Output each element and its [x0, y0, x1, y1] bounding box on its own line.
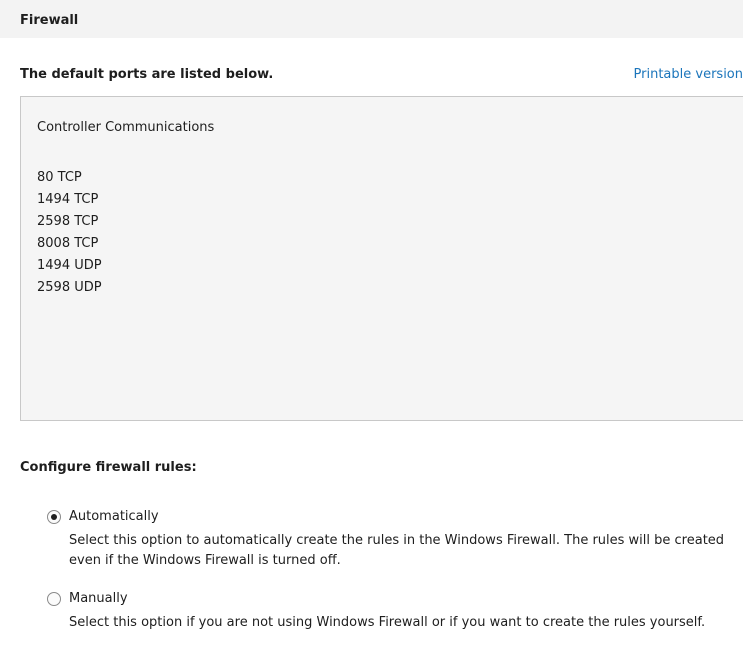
automatically-radio-button[interactable] — [47, 510, 61, 524]
port-item: 2598 UDP — [37, 280, 102, 295]
port-item: 1494 UDP — [37, 258, 102, 273]
title-bar: Firewall — [0, 0, 743, 38]
manually-radio-button[interactable] — [47, 592, 61, 606]
port-item: 1494 TCP — [37, 192, 99, 207]
configure-firewall-label: Configure firewall rules: — [20, 460, 197, 475]
port-item: 80 TCP — [37, 170, 82, 185]
port-item: 2598 TCP — [37, 214, 99, 229]
ports-section-heading: Controller Communications — [37, 120, 215, 135]
manually-label[interactable]: Manually — [69, 591, 128, 606]
manually-description: Select this option if you are not using … — [69, 615, 706, 630]
ports-list-box[interactable]: Controller Communications 80 TCP 1494 TC… — [20, 96, 743, 421]
printable-version-link[interactable]: Printable version — [634, 67, 743, 82]
automatically-label[interactable]: Automatically — [69, 509, 159, 524]
port-item: 8008 TCP — [37, 236, 99, 251]
automatically-description: Select this option to automatically crea… — [69, 533, 725, 568]
ports-list: 80 TCP 1494 TCP 2598 TCP 8008 TCP 1494 U… — [37, 167, 102, 299]
ports-description: The default ports are listed below. — [20, 67, 274, 82]
page-title: Firewall — [20, 13, 79, 28]
